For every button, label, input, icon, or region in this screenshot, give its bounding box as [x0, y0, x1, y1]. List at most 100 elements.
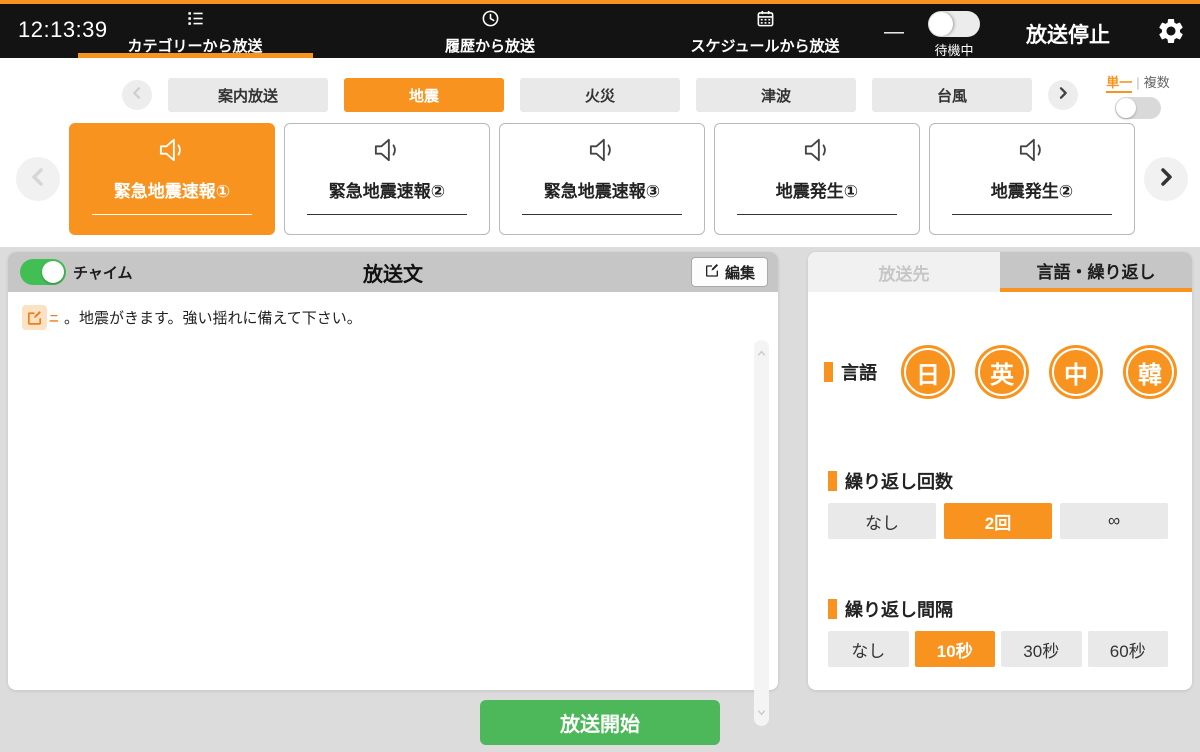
category-annai[interactable]: 案内放送 — [168, 78, 328, 112]
active-tab-underline — [78, 53, 313, 58]
category-jishin[interactable]: 地震 — [344, 78, 504, 112]
broadcast-message-text: 。地震がきます。強い揺れに備えて下さい。 — [64, 307, 362, 328]
category-prev-button[interactable] — [122, 80, 152, 110]
language-section: 言語 日 英 中 韓 — [824, 345, 1177, 399]
standby-label: 待機中 — [924, 40, 984, 59]
tab-history-broadcast[interactable]: 履歴から放送 — [380, 9, 600, 56]
broadcast-stop-button[interactable]: 放送停止 — [1026, 19, 1110, 49]
repeat-interval-60s[interactable]: 60秒 — [1088, 631, 1169, 667]
repeat-count-label-group: 繰り返し回数 — [828, 468, 1168, 494]
message-card-label: 地震発生① — [776, 177, 858, 202]
topbar: 12:13:39 カテゴリーから放送 履歴から放送 スケジュールから放送 — 待… — [0, 4, 1200, 58]
card-underline — [307, 214, 467, 215]
cards-prev-button[interactable] — [16, 157, 60, 201]
repeat-interval-label: 繰り返し間隔 — [845, 596, 953, 622]
speaker-icon — [801, 137, 833, 168]
speaker-icon — [371, 137, 403, 168]
settings-tabs: 放送先 言語・繰り返し — [808, 252, 1192, 292]
clock-icon — [481, 9, 500, 33]
language-japanese-button[interactable]: 日 — [901, 345, 955, 399]
message-card[interactable]: 緊急地震速報② — [284, 123, 490, 235]
category-tsunami[interactable]: 津波 — [696, 78, 856, 112]
tab-destination[interactable]: 放送先 — [808, 252, 1000, 292]
category-row: 案内放送 地震 火災 津波 台風 — [122, 78, 1078, 112]
broadcast-text-panel: 放送文 チャイム 編集 ニ 。地震がきます。強い揺れに備えて下さい。 — [8, 252, 778, 690]
standby-toggle[interactable] — [928, 11, 980, 37]
category-kasai[interactable]: 火災 — [520, 78, 680, 112]
list-icon — [186, 9, 205, 33]
repeat-interval-30s[interactable]: 30秒 — [1001, 631, 1082, 667]
top-accent-strip — [0, 0, 1200, 4]
scroll-down-icon — [756, 704, 767, 722]
repeat-interval-section: 繰り返し間隔 なし 10秒 30秒 60秒 — [828, 596, 1168, 667]
tab-schedule-broadcast[interactable]: スケジュールから放送 — [655, 9, 875, 56]
chevron-left-icon — [26, 165, 50, 194]
repeat-count-none[interactable]: なし — [828, 503, 936, 539]
card-underline — [522, 214, 682, 215]
card-underline — [737, 214, 897, 215]
language-label-group: 言語 — [824, 359, 877, 385]
settings-body: 言語 日 英 中 韓 繰り返し回数 なし 2回 ∞ 繰り返し間隔 — [808, 292, 1192, 690]
selector-zone: 案内放送 地震 火災 津波 台風 単一 | 複数 緊急地震速報① 緊急地震速報② — [0, 58, 1200, 247]
standby-control: 待機中 — [924, 11, 984, 59]
message-card-label: 緊急地震速報① — [114, 177, 230, 202]
speaker-icon — [156, 137, 188, 168]
repeat-count-2[interactable]: 2回 — [944, 503, 1052, 539]
mode-single-label: 単一 — [1106, 75, 1132, 93]
repeat-count-label: 繰り返し回数 — [845, 468, 953, 494]
chevron-left-icon — [129, 85, 145, 106]
token-mark: ニ — [49, 310, 59, 325]
scroll-up-icon — [756, 344, 767, 362]
message-card[interactable]: 地震発生② — [929, 123, 1135, 235]
category-taifu[interactable]: 台風 — [872, 78, 1032, 112]
mode-multiple-label: 複数 — [1144, 75, 1170, 90]
chime-toggle[interactable] — [20, 259, 66, 285]
message-card-label: 地震発生② — [991, 177, 1073, 202]
broadcast-start-button[interactable]: 放送開始 — [480, 700, 720, 745]
language-label: 言語 — [841, 359, 877, 385]
scrollbar[interactable] — [754, 340, 769, 726]
language-chinese-button[interactable]: 中 — [1049, 345, 1103, 399]
repeat-interval-label-group: 繰り返し間隔 — [828, 596, 1168, 622]
message-card[interactable]: 緊急地震速報③ — [499, 123, 705, 235]
chime-control: チャイム — [20, 259, 133, 285]
repeat-count-infinite[interactable]: ∞ — [1060, 503, 1168, 539]
category-next-button[interactable] — [1048, 80, 1078, 110]
broadcast-text-area: ニ 。地震がきます。強い揺れに備えて下さい。 — [8, 292, 778, 690]
mode-toggle[interactable] — [1115, 97, 1161, 119]
tab-language-repeat[interactable]: 言語・繰り返し — [1000, 252, 1192, 292]
cards-next-button[interactable] — [1144, 157, 1188, 201]
message-card[interactable]: 緊急地震速報① — [69, 123, 275, 235]
broadcast-message-line: ニ 。地震がきます。強い揺れに備えて下さい。 — [22, 305, 744, 330]
section-bullet — [828, 599, 837, 619]
settings-panel: 放送先 言語・繰り返し 言語 日 英 中 韓 繰り返し回数 なし 2回 ∞ — [808, 252, 1192, 690]
card-underline — [952, 214, 1112, 215]
tab-history-label: 履歴から放送 — [445, 35, 535, 56]
tab-category-broadcast[interactable]: カテゴリーから放送 — [85, 9, 305, 56]
toggle-knob — [929, 12, 953, 36]
repeat-interval-none[interactable]: なし — [828, 631, 909, 667]
card-underline — [92, 214, 252, 215]
speaker-icon — [586, 137, 618, 168]
language-english-button[interactable]: 英 — [975, 345, 1029, 399]
chevron-right-icon — [1154, 165, 1178, 194]
minimize-dash[interactable]: — — [884, 21, 904, 44]
gear-icon[interactable] — [1156, 16, 1186, 46]
tab-schedule-label: スケジュールから放送 — [691, 35, 840, 56]
broadcast-panel-header: 放送文 チャイム 編集 — [8, 252, 778, 292]
message-card[interactable]: 地震発生① — [714, 123, 920, 235]
language-korean-button[interactable]: 韓 — [1123, 345, 1177, 399]
pencil-icon — [704, 262, 720, 282]
edit-button[interactable]: 編集 — [691, 257, 768, 287]
section-bullet — [824, 362, 833, 382]
chime-label: チャイム — [73, 262, 133, 283]
repeat-interval-10s[interactable]: 10秒 — [915, 631, 996, 667]
message-card-label: 緊急地震速報③ — [544, 177, 660, 202]
toggle-knob — [42, 261, 64, 283]
chevron-right-icon — [1055, 85, 1071, 106]
message-card-row: 緊急地震速報① 緊急地震速報② 緊急地震速報③ 地震発生① 地震発生② — [16, 123, 1188, 235]
mode-separator: | — [1136, 75, 1139, 90]
speaker-icon — [1016, 137, 1048, 168]
toggle-knob — [1116, 98, 1136, 118]
message-card-label: 緊急地震速報② — [329, 177, 445, 202]
